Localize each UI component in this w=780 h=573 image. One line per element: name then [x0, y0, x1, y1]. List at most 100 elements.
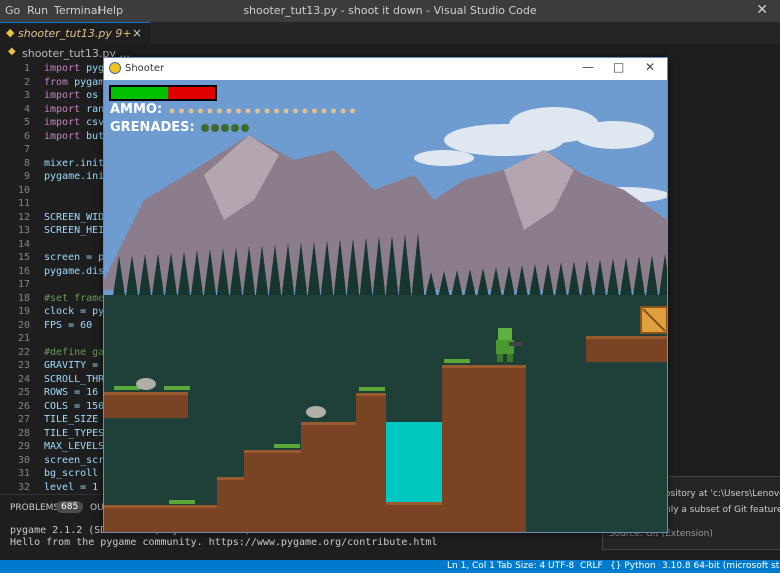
line-number: 1 — [23, 63, 30, 74]
line-number: 24 — [17, 373, 30, 385]
line-number: 14 — [17, 238, 30, 250]
status-interpreter[interactable]: 3.10.8 64-bit (microsoft store) — [662, 561, 780, 571]
line-number: 28 — [17, 427, 30, 439]
ammo-bullet — [207, 108, 213, 114]
water — [386, 422, 442, 502]
tab-shooter-tut13[interactable]: ◆ shooter_tut13.py 9+ × — [0, 22, 150, 45]
code-text: TILE_SIZE = — [44, 414, 111, 425]
game-canvas[interactable]: AMMO: GRENADES: — [99, 80, 685, 532]
line-number: 17 — [17, 279, 30, 290]
game-window-title: Shooter — [125, 63, 165, 74]
dirt-edge — [217, 477, 247, 480]
code-text: SCREEN_HEIG — [44, 225, 111, 236]
menubar: Go Run Terminal Help shooter_tut13.py - … — [0, 0, 780, 22]
close-icon[interactable]: ✕ — [756, 2, 768, 18]
dirt-block — [586, 336, 667, 362]
line-number: 22 — [17, 346, 30, 358]
status-language[interactable]: {} Python — [610, 561, 656, 571]
line-number: 9 — [23, 171, 30, 182]
dirt-block — [356, 393, 386, 532]
line-number: 4 — [23, 103, 30, 115]
status-eol[interactable]: CRLF — [580, 561, 603, 571]
ammo-bullet — [188, 108, 194, 114]
status-encoding[interactable]: UTF-8 — [548, 561, 574, 571]
game-scene — [99, 80, 685, 532]
python-file-icon: ◆ — [6, 26, 15, 39]
code-text: SCROLL_THRE — [44, 373, 111, 385]
grass-tuft — [274, 444, 300, 448]
line-number: 13 — [17, 225, 30, 236]
dirt-edge — [301, 422, 357, 425]
tab-output[interactable]: OU — [90, 503, 104, 513]
grass-tuft — [444, 359, 470, 363]
line-number: 32 — [17, 481, 30, 493]
tab-problems[interactable]: PROBLEMS — [10, 503, 59, 513]
maximize-icon[interactable]: □ — [613, 60, 624, 74]
dirt-block — [217, 477, 247, 532]
ammo-bullet — [340, 108, 346, 114]
code-text: FPS = 60 — [44, 319, 93, 331]
statusbar: Ln 1, Col 1 Tab Size: 4 UTF-8 CRLF {} Py… — [0, 560, 780, 573]
ammo-bullet — [169, 108, 175, 114]
grass-tuft — [359, 387, 385, 391]
code-text: import csv — [44, 117, 105, 128]
ammo-bullet — [283, 108, 289, 114]
problems-count-badge: 685 — [56, 501, 84, 513]
grenade-icon — [241, 124, 249, 132]
dirt-block — [104, 505, 224, 532]
code-text: #set framer — [44, 292, 111, 304]
code-text: MAX_LEVELS — [44, 441, 105, 452]
ammo-bullet — [198, 108, 203, 114]
code-text: import butt — [44, 130, 111, 142]
ammo-bullet — [350, 108, 355, 114]
dirt-edge — [104, 392, 188, 395]
line-number: 5 — [23, 117, 30, 128]
ammo-bullet — [179, 108, 184, 114]
line-number: 25 — [17, 387, 30, 398]
grenade-icon — [221, 124, 229, 132]
status-cursor-position[interactable]: Ln 1, Col 1 — [447, 561, 495, 571]
line-number: 10 — [17, 184, 30, 196]
code-text: import os — [44, 90, 99, 101]
ammo-bullet — [302, 108, 308, 114]
line-number: 20 — [17, 319, 30, 331]
dirt-edge — [442, 365, 526, 368]
code-text: ROWS = 16 — [44, 387, 99, 398]
python-logo-icon — [109, 62, 121, 74]
code-text: pygame.disp — [44, 265, 111, 277]
dirt-block — [301, 422, 357, 532]
tab-close-icon[interactable]: × — [132, 26, 142, 40]
dirt-block — [386, 502, 442, 532]
grenades-label: GRENADES: — [110, 120, 195, 135]
game-window-titlebar[interactable]: Shooter — □ ✕ — [104, 58, 667, 80]
ammo-bullet — [245, 108, 251, 114]
line-number: 16 — [17, 265, 30, 277]
dirt-edge — [104, 505, 224, 508]
code-text: screen = py — [44, 252, 111, 263]
code-text: import rand — [44, 103, 111, 115]
health-bar — [109, 85, 217, 101]
code-text: clock = pyg — [44, 306, 111, 317]
ammo-bullet — [274, 108, 279, 114]
dirt-edge — [356, 393, 386, 396]
status-tab-size[interactable]: Tab Size: 4 — [497, 561, 545, 571]
ammo-bullet — [236, 108, 241, 114]
code-text: #define gam — [44, 346, 111, 358]
dirt-edge — [586, 336, 667, 339]
rock — [136, 378, 156, 390]
close-icon[interactable]: ✕ — [645, 60, 655, 74]
line-number: 21 — [17, 333, 30, 344]
shooter-game-window[interactable]: Shooter — □ ✕ AMMO: GRENADES: — [99, 57, 685, 533]
ammo-bullet — [217, 108, 222, 114]
line-number: 8 — [23, 157, 30, 169]
line-number: 7 — [23, 144, 30, 155]
line-number: 27 — [17, 414, 30, 425]
rock — [306, 406, 326, 418]
line-number: 2 — [23, 76, 30, 88]
code-text: TILE_TYPES — [44, 427, 105, 439]
code-text: pygame.init — [44, 171, 111, 182]
minimize-icon[interactable]: — — [582, 60, 594, 74]
window-title: shooter_tut13.py - shoot it down - Visua… — [243, 4, 537, 17]
code-text: screen_scro — [44, 454, 111, 466]
ammo-bullet — [264, 108, 270, 114]
